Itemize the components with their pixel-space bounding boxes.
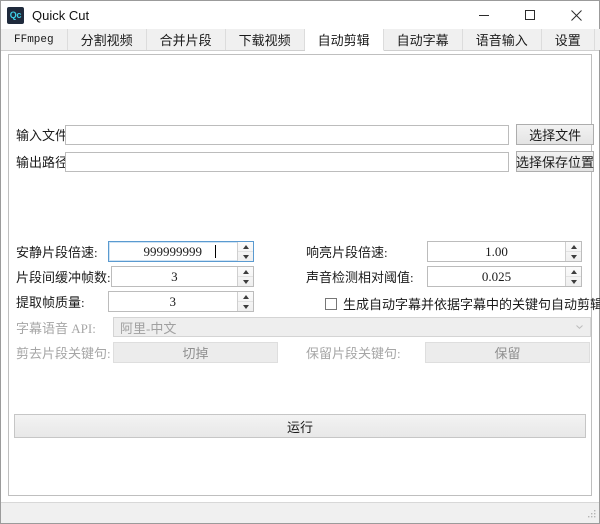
output-path-row: 输出路径 选择保存位置 [16, 151, 594, 172]
loud-speed-value[interactable]: 1.00 [428, 242, 565, 261]
quiet-speed-label: 安静片段倍速: [16, 245, 98, 260]
triangle-down-icon [242, 254, 249, 259]
frame-quality-increment[interactable] [238, 292, 253, 302]
tab-download-video[interactable]: 下载视频 [225, 29, 305, 50]
frame-quality-decrement[interactable] [238, 302, 253, 311]
auto-subtitle-checkbox-label: 生成自动字幕并依据字幕中的关键句自动剪辑 [343, 297, 600, 312]
tab-voice-input[interactable]: 语音输入 [462, 29, 542, 50]
buffer-frames-arrows[interactable] [237, 267, 253, 286]
quiet-speed-value[interactable]: 999999999 [109, 242, 237, 261]
input-file-row: 输入文件 选择文件 [16, 124, 594, 145]
sound-threshold-row: 声音检测相对阈值: 0.025 [306, 266, 584, 287]
minimize-icon [479, 15, 489, 16]
window-controls [461, 1, 599, 29]
frame-quality-row: 提取帧质量: 3 [16, 291, 254, 312]
output-path-field[interactable] [65, 151, 509, 172]
auto-subtitle-checkbox[interactable] [325, 297, 337, 310]
triangle-up-icon [242, 244, 249, 249]
choose-file-button[interactable]: 选择文件 [516, 124, 594, 145]
resize-grip-icon[interactable] [585, 509, 597, 521]
tab-split-video[interactable]: 分割视频 [67, 29, 147, 50]
sound-threshold-decrement[interactable] [566, 277, 581, 286]
tab-auto-cut[interactable]: 自动剪辑 [304, 29, 384, 51]
auto-cut-panel: 输入文件 选择文件 输出路径 选择保存位置 安静片段倍速: 999999999 [8, 54, 600, 496]
loud-speed-decrement[interactable] [566, 252, 581, 261]
minimize-button[interactable] [461, 1, 507, 29]
status-bar [1, 502, 599, 523]
app-icon: Qc [7, 6, 24, 24]
quiet-speed-arrows[interactable] [237, 242, 253, 261]
tab-merge-clips[interactable]: 合并片段 [146, 29, 226, 50]
loud-speed-label: 响亮片段倍速: [306, 245, 388, 260]
auto-subtitle-checkbox-row[interactable]: 生成自动字幕并依据字幕中的关键句自动剪辑 [325, 294, 600, 313]
output-path-label: 输出路径 [16, 155, 69, 170]
triangle-down-icon [570, 279, 577, 284]
maximize-icon [525, 10, 535, 20]
quiet-speed-row: 安静片段倍速: 999999999 [16, 241, 254, 262]
loud-speed-spinner[interactable]: 1.00 [427, 241, 582, 262]
sound-threshold-arrows[interactable] [565, 267, 581, 286]
subtitle-api-row: 字幕语音 API: 阿里-中文 [16, 317, 594, 337]
quiet-speed-increment[interactable] [238, 242, 253, 252]
sound-threshold-value[interactable]: 0.025 [428, 267, 565, 286]
frame-quality-spinner[interactable]: 3 [107, 291, 254, 312]
triangle-down-icon [242, 304, 249, 309]
tab-ffmpeg[interactable]: FFmpeg [1, 29, 68, 50]
subtitle-api-select[interactable]: 阿里-中文 [113, 317, 591, 337]
run-button[interactable]: 运行 [14, 414, 586, 438]
cut-keyword-field[interactable]: 切掉 [113, 342, 278, 363]
triangle-up-icon [242, 269, 249, 274]
triangle-up-icon [570, 244, 577, 249]
input-file-label: 输入文件 [16, 128, 69, 143]
app-window: Qc Quick Cut FFmpeg 分割视频 合并片段 下载视频 自动剪辑 … [0, 0, 600, 524]
buffer-frames-row: 片段间缓冲帧数: 3 [16, 266, 254, 287]
quiet-speed-spinner[interactable]: 999999999 [107, 241, 254, 262]
triangle-down-icon [570, 254, 577, 259]
close-button[interactable] [553, 1, 599, 29]
keep-keyword-label: 保留片段关键句: [306, 346, 401, 361]
frame-quality-label: 提取帧质量: [16, 295, 85, 310]
window-title: Quick Cut [32, 7, 90, 23]
sound-threshold-label: 声音检测相对阈值: [306, 270, 414, 285]
triangle-down-icon [242, 279, 249, 284]
sound-threshold-spinner[interactable]: 0.025 [427, 266, 582, 287]
tab-settings[interactable]: 设置 [541, 29, 595, 50]
quiet-speed-decrement[interactable] [238, 252, 253, 261]
loud-speed-increment[interactable] [566, 242, 581, 252]
loud-speed-arrows[interactable] [565, 242, 581, 261]
loud-speed-row: 响亮片段倍速: 1.00 [306, 241, 584, 262]
maximize-button[interactable] [507, 1, 553, 29]
content-area: 输入文件 选择文件 输出路径 选择保存位置 安静片段倍速: 999999999 [1, 51, 600, 502]
buffer-frames-label: 片段间缓冲帧数: [16, 270, 111, 285]
subtitle-api-label: 字幕语音 API: [16, 320, 96, 336]
tab-auto-subtitle[interactable]: 自动字幕 [383, 29, 463, 50]
tab-help[interactable]: 帮助 [594, 29, 600, 50]
frame-quality-arrows[interactable] [237, 292, 253, 311]
keep-keyword-field[interactable]: 保留 [425, 342, 590, 363]
keep-keyword-row: 保留片段关键句: 保留 [306, 342, 591, 363]
choose-save-location-button[interactable]: 选择保存位置 [516, 151, 594, 172]
close-icon [570, 9, 582, 21]
tab-bar: FFmpeg 分割视频 合并片段 下载视频 自动剪辑 自动字幕 语音输入 设置 … [1, 29, 600, 51]
buffer-frames-increment[interactable] [238, 267, 253, 277]
triangle-up-icon [242, 294, 249, 299]
cut-keyword-label: 剪去片段关键句: [16, 346, 111, 361]
sound-threshold-increment[interactable] [566, 267, 581, 277]
buffer-frames-value[interactable]: 3 [112, 267, 237, 286]
app-icon-text: Qc [9, 10, 22, 20]
subtitle-api-value: 阿里-中文 [120, 320, 177, 336]
cut-keyword-row: 剪去片段关键句: 切掉 [16, 342, 281, 363]
triangle-up-icon [570, 269, 577, 274]
chevron-down-icon [576, 325, 583, 329]
buffer-frames-decrement[interactable] [238, 277, 253, 286]
frame-quality-value[interactable]: 3 [109, 292, 237, 311]
buffer-frames-spinner[interactable]: 3 [110, 266, 254, 287]
input-file-field[interactable] [65, 124, 510, 145]
title-bar[interactable]: Qc Quick Cut [1, 1, 599, 29]
